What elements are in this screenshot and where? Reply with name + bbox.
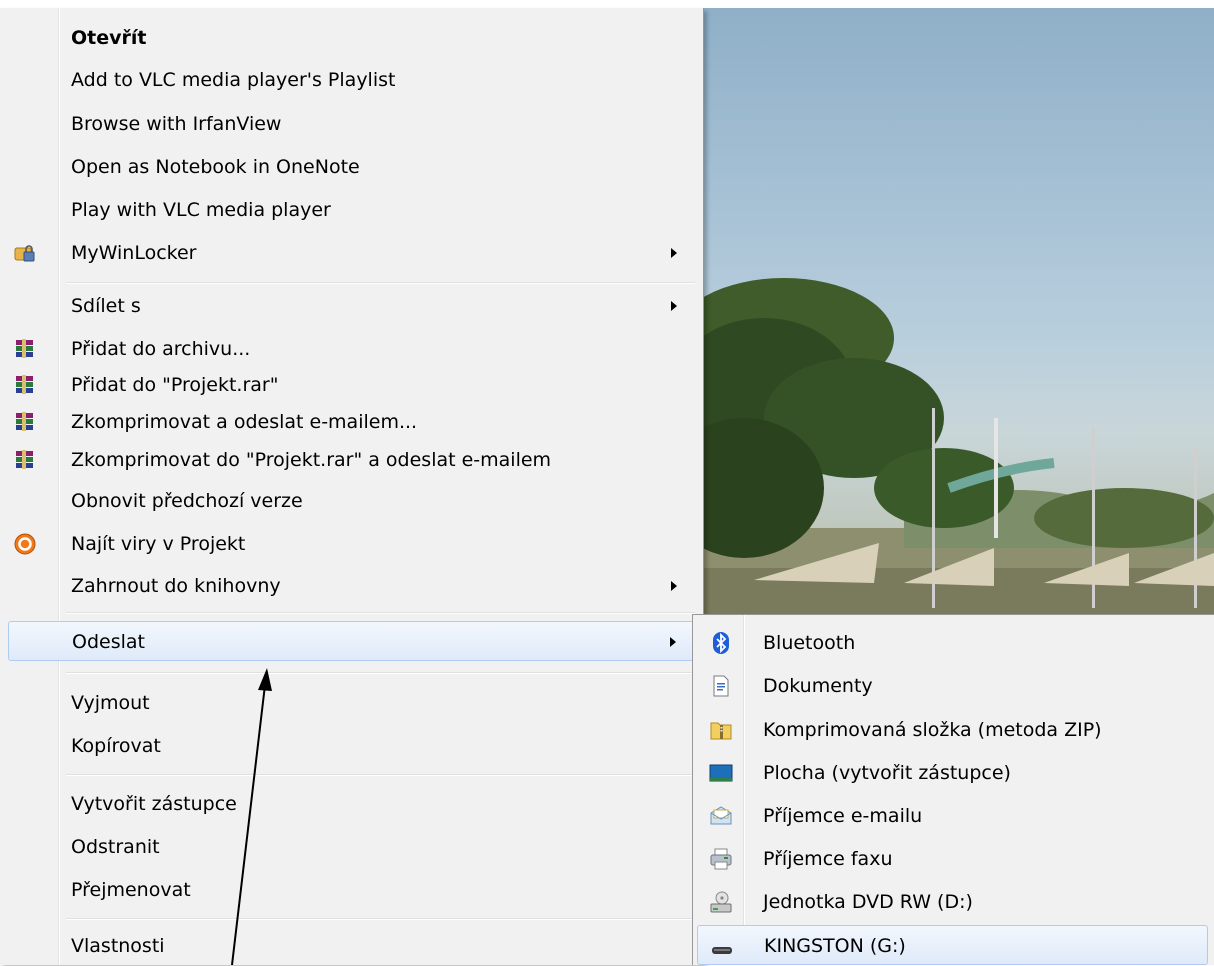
submenu-item-kingston-drive[interactable]: KINGSTON (G:): [697, 925, 1208, 965]
menu-item-send-to[interactable]: Odeslat: [8, 621, 695, 661]
submenu-item-label: Dokumenty: [763, 675, 873, 697]
menu-separator: [66, 612, 695, 614]
submenu-item-zip-folder[interactable]: Komprimovaná složka (metoda ZIP): [697, 710, 1208, 750]
desktop-wallpaper: [704, 8, 1214, 616]
menu-item-label: Zkomprimovat a odeslat e-mailem...: [71, 411, 418, 433]
document-icon: [713, 675, 729, 697]
submenu-item-fax-recipient[interactable]: Příjemce faxu: [697, 839, 1208, 879]
menu-item-rename[interactable]: Přejmenovat: [8, 870, 695, 910]
menu-item-label: Vyjmout: [71, 692, 150, 714]
menu-item-properties[interactable]: Vlastnosti: [8, 926, 695, 966]
menu-item-compress-rar-email[interactable]: Zkomprimovat do "Projekt.rar" a odeslat …: [8, 440, 695, 480]
menu-item-label: Přidat do archivu...: [71, 338, 251, 360]
submenu-item-dvd-drive[interactable]: Jednotka DVD RW (D:): [697, 882, 1208, 922]
menu-item-label: Browse with IrfanView: [71, 113, 282, 135]
menu-item-label: Zkomprimovat do "Projekt.rar" a odeslat …: [71, 449, 552, 471]
menu-item-add-archive[interactable]: Přidat do archivu...: [8, 329, 695, 369]
submenu-item-label: Příjemce faxu: [763, 848, 893, 870]
submenu-item-label: Jednotka DVD RW (D:): [763, 891, 973, 913]
menu-separator: [66, 672, 695, 674]
submenu-item-mail-recipient[interactable]: Příjemce e-mailu: [697, 796, 1208, 836]
menu-item-share-with[interactable]: Sdílet s: [8, 286, 695, 326]
menu-item-label: Play with VLC media player: [71, 199, 331, 221]
menu-item-copy[interactable]: Kopírovat: [8, 726, 695, 766]
context-menu: Otevřít Add to VLC media player's Playli…: [0, 8, 704, 965]
lock-folder-icon: [14, 245, 35, 262]
menu-item-label: Add to VLC media player's Playlist: [71, 69, 396, 91]
menu-item-label: Odstranit: [71, 836, 160, 858]
menu-item-label: Přejmenovat: [71, 879, 191, 901]
fax-icon: [710, 848, 732, 870]
winrar-icon: [16, 339, 33, 358]
menu-item-create-shortcut[interactable]: Vytvořit zástupce: [8, 784, 695, 824]
menu-item-label: Open as Notebook in OneNote: [71, 156, 360, 178]
submenu-item-label: Bluetooth: [763, 632, 856, 654]
menu-separator: [66, 774, 695, 776]
submenu-item-bluetooth[interactable]: Bluetooth: [697, 623, 1208, 663]
menu-item-vlc-play[interactable]: Play with VLC media player: [8, 190, 695, 230]
mail-icon: [710, 806, 732, 825]
menu-item-onenote[interactable]: Open as Notebook in OneNote: [8, 147, 695, 187]
menu-item-label: Sdílet s: [71, 295, 141, 317]
usb-drive-icon: [712, 947, 732, 954]
menu-separator: [66, 918, 695, 920]
wallpaper-photo: [704, 278, 1214, 616]
menu-item-label: Odeslat: [72, 631, 145, 653]
chevron-right-icon: [670, 637, 676, 647]
winrar-icon: [16, 450, 33, 469]
menu-item-include-library[interactable]: Zahrnout do knihovny: [8, 566, 695, 606]
send-to-submenu: Bluetooth Dokumenty Komprimovaná složka …: [692, 614, 1214, 965]
chevron-right-icon: [671, 248, 677, 258]
dvd-drive-icon: [710, 891, 732, 913]
menu-item-label: Zahrnout do knihovny: [71, 575, 281, 597]
menu-item-cut[interactable]: Vyjmout: [8, 683, 695, 723]
menu-item-irfanview[interactable]: Browse with IrfanView: [8, 104, 695, 144]
menu-item-label: Vytvořit zástupce: [71, 793, 237, 815]
submenu-item-label: Plocha (vytvořit zástupce): [763, 762, 1011, 784]
submenu-item-desktop-shortcut[interactable]: Plocha (vytvořit zástupce): [697, 753, 1208, 793]
menu-item-vlc-playlist[interactable]: Add to VLC media player's Playlist: [8, 60, 695, 100]
desktop-icon: [709, 764, 733, 782]
menu-item-label: Vlastnosti: [71, 935, 165, 957]
submenu-item-label: KINGSTON (G:): [764, 935, 906, 957]
submenu-item-label: Příjemce e-mailu: [763, 805, 923, 827]
menu-separator: [66, 282, 695, 284]
menu-item-delete[interactable]: Odstranit: [8, 827, 695, 867]
menu-item-add-projekt-rar[interactable]: Přidat do "Projekt.rar": [8, 365, 695, 405]
chevron-right-icon: [671, 581, 677, 591]
menu-item-compress-email[interactable]: Zkomprimovat a odeslat e-mailem...: [8, 402, 695, 442]
menu-item-label: Najít viry v Projekt: [71, 533, 246, 555]
menu-item-label: Otevřít: [71, 27, 147, 49]
menu-item-label: Kopírovat: [71, 735, 161, 757]
submenu-item-documents[interactable]: Dokumenty: [697, 666, 1208, 706]
menu-item-open[interactable]: Otevřít: [8, 18, 695, 58]
menu-item-restore-versions[interactable]: Obnovit předchozí verze: [8, 481, 695, 521]
menu-item-scan-viruses[interactable]: Najít viry v Projekt: [8, 524, 695, 564]
chevron-right-icon: [671, 301, 677, 311]
menu-item-mywinlocker[interactable]: MyWinLocker: [8, 233, 695, 273]
submenu-item-label: Komprimovaná složka (metoda ZIP): [763, 719, 1102, 741]
menu-item-label: Přidat do "Projekt.rar": [71, 374, 279, 396]
menu-item-label: MyWinLocker: [71, 242, 197, 264]
menu-item-label: Obnovit předchozí verze: [71, 490, 303, 512]
antivirus-icon: [14, 533, 36, 555]
zip-folder-icon: [710, 722, 732, 740]
winrar-icon: [16, 375, 33, 394]
winrar-icon: [16, 412, 33, 431]
bluetooth-icon: [713, 632, 729, 654]
